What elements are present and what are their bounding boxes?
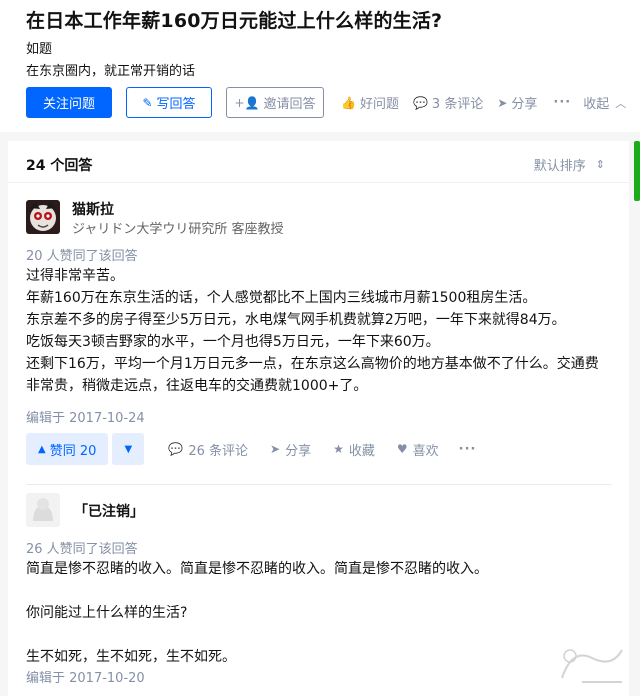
answer-paragraph: 还剩下16万，平均一个月1万日元多一点，在东京这么高物价的地方基本做不了什么。交… [26,356,599,394]
fold-label: 收起 [583,97,610,112]
sort-label: 默认排序 [533,159,586,174]
answer-paragraph-blank [26,624,612,646]
vote-up-button[interactable]: ▲ 赞同 20 [26,433,109,465]
share-button[interactable]: ➤ 分享 [497,93,538,113]
thumbs-up-icon: 👍 [341,95,356,110]
write-answer-button[interactable]: ✎ 写回答 [126,87,212,118]
answer-paragraph: 年薪160万在东京生活的话，个人感觉都比不上国内三线城市月薪1500租房生活。 [26,290,537,306]
paper-plane-icon: ➤ [270,442,281,456]
follow-question-button[interactable]: 关注问题 [26,87,112,118]
author-name[interactable]: 猫斯拉 [72,199,114,219]
question-description: 在东京圈内，就正常开销的话 [26,64,196,79]
answer-paragraph: 简直是惨不忍睹的收入。简直是惨不忍睹的收入。简直是惨不忍睹的收入。 [26,561,488,577]
good-question-button[interactable]: 👍 好问题 [341,93,399,113]
invite-answer-label: 邀请回答 [263,97,316,112]
answer-divider [26,484,612,485]
answer-count: 24 个回答 [26,158,93,174]
paper-plane-icon: ➤ [497,95,508,110]
answer-more-button[interactable]: ··· [459,442,477,457]
good-question-label: 好问题 [359,97,399,112]
answer-paragraph: 吃饭每天3顿吉野家的水平，一个月也得5万日元，一年下来60万。 [26,334,440,350]
corner-watermark [561,649,623,683]
share-label: 分享 [511,97,538,112]
add-user-icon: +👤 [234,95,260,110]
speech-bubble-icon: 💬 [168,442,184,456]
answer-paragraph: 生不如死，生不如死，生不如死。 [26,649,236,665]
author-headline: ジャリドン大学ウリ研究所 客座教授 [72,222,284,237]
sort-dropdown[interactable]: 默认排序 ⇕ [534,155,605,174]
vote-up-label: 赞同 20 [49,443,97,459]
sort-arrows-icon: ⇕ [595,158,605,171]
vote-summary: 20 人赞同了该回答 [26,249,138,264]
collect-label: 收藏 [348,443,375,459]
author-name[interactable]: 「已注销」 [74,501,144,521]
chevron-up-icon: ︿ [615,96,627,110]
more-options-button[interactable]: ··· [553,95,571,110]
vote-down-button[interactable]: ▼ [112,433,145,465]
like-button[interactable]: ♥ 喜欢 [397,440,439,459]
heart-icon: ♥ [396,442,408,456]
answer-comments-label: 26 条评论 [188,443,249,459]
answer-paragraph: 你问能过上什么样的生活? [26,605,188,621]
answer-share-label: 分享 [285,443,312,459]
triangle-down-icon: ▼ [124,443,133,455]
pencil-icon: ✎ [142,95,153,110]
question-topic: 如题 [26,42,53,57]
question-actions: 关注问题 ✎ 写回答 +👤 邀请回答 👍 好问题 💬 3 条评论 ➤ 分享 ··… [26,87,640,118]
answers-card: 24 个回答 默认排序 ⇕ 猫斯拉 ジャリドン大学ウリ研究所 客座教授 20 人… [8,141,629,696]
like-label: 喜欢 [412,443,439,459]
answer-content: 简直是惨不忍睹的收入。简直是惨不忍睹的收入。简直是惨不忍睹的收入。 你问能过上什… [26,558,612,668]
avatar[interactable] [26,200,60,234]
side-accent-bar [634,141,640,201]
invite-answer-button[interactable]: +👤 邀请回答 [226,87,324,118]
answer-paragraph: 东京差不多的房子得至少5万日元，水电煤气网手机费就算2万吧，一年下来就得84万。 [26,312,566,328]
answer-paragraph-blank [26,580,612,602]
question-comments-label: 3 条评论 [431,97,484,112]
edited-date[interactable]: 编辑于 2017-10-20 [26,667,145,686]
answer-content: 过得非常辛苦。 年薪160万在东京生活的话，个人感觉都比不上国内三线城市月薪15… [26,265,612,397]
answer-share-button[interactable]: ➤ 分享 [270,440,311,459]
answer-paragraph: 过得非常辛苦。 [26,268,124,284]
answers-header: 24 个回答 默认排序 ⇕ [8,141,629,183]
triangle-up-icon: ▲ [38,443,46,455]
question-comments-button[interactable]: 💬 3 条评论 [412,93,484,113]
answer-actions: ▲ 赞同 20 ▼ 💬 26 条评论 ➤ 分享 ★ 收藏 ♥ 喜欢 ··· [26,433,477,465]
avatar[interactable] [26,493,60,527]
question-title[interactable]: 在日本工作年薪160万日元能过上什么样的生活? [26,6,442,33]
edited-date[interactable]: 编辑于 2017-10-24 [26,407,145,426]
answer-comments-button[interactable]: 💬 26 条评论 [168,440,248,459]
write-answer-label: 写回答 [156,97,196,112]
speech-bubble-icon: 💬 [412,95,428,110]
vote-summary: 26 人赞同了该回答 [26,542,138,557]
question-header: 在日本工作年薪160万日元能过上什么样的生活? 如题 在东京圈内，就正常开销的话… [0,0,640,132]
collect-button[interactable]: ★ 收藏 [333,440,375,459]
star-icon: ★ [333,442,344,456]
fold-button[interactable]: 收起 ︿ [583,93,627,113]
